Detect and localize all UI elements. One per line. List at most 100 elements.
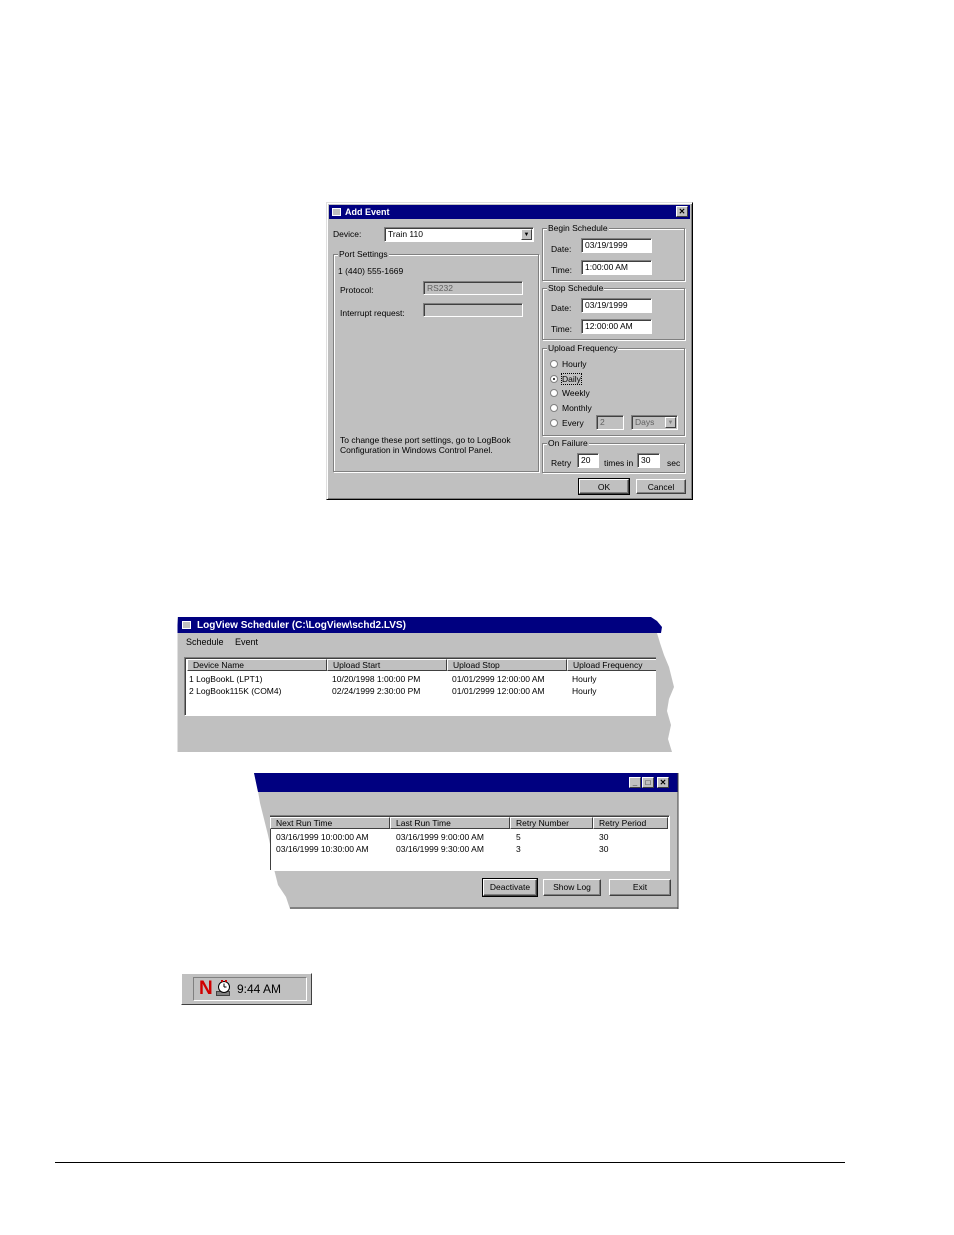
irq-field <box>423 303 523 317</box>
scheduler-clock-icon[interactable] <box>215 980 231 998</box>
stop-schedule-group: Stop Schedule Date: 03/19/1999 Time: 12:… <box>542 283 685 340</box>
add-event-titlebar: Add Event ✕ <box>329 205 690 219</box>
begin-time-label: Time: <box>551 265 572 275</box>
cell-retry-number: 5 <box>516 832 521 842</box>
on-failure-group: On Failure Retry 20 times in 30 sec <box>542 438 685 473</box>
retry-count: 20 <box>581 455 591 465</box>
radio-weekly[interactable] <box>550 389 558 397</box>
sec-label: sec <box>667 458 681 468</box>
deactivate-button[interactable]: Deactivate <box>482 878 538 897</box>
app-icon <box>332 208 341 216</box>
column-device-name[interactable]: Device Name <box>187 659 327 671</box>
ok-button[interactable]: OK <box>578 478 630 495</box>
every-unit-dropdown: Days ▼ <box>631 415 678 430</box>
cell-retry-period: 30 <box>599 844 609 854</box>
protocol-value: RS232 <box>427 283 453 293</box>
retry-label: Retry <box>551 458 572 468</box>
column-upload-start[interactable]: Upload Start <box>327 659 447 671</box>
system-tray: N 9:44 AM <box>181 973 312 1005</box>
column-next-run-time[interactable]: Next Run Time <box>270 817 390 829</box>
option-weekly-label: Weekly <box>562 388 590 398</box>
option-every-label: Every <box>562 418 584 428</box>
menu-schedule[interactable]: Schedule <box>186 637 224 647</box>
stop-date-field[interactable]: 03/19/1999 <box>581 298 652 313</box>
stop-time-label: Time: <box>551 324 572 334</box>
add-event-dialog: Add Event ✕ Device: Train 110 ▼ Port Set… <box>326 202 693 500</box>
protocol-field: RS232 <box>423 281 523 295</box>
upload-frequency-group: Upload Frequency Hourly Daily Weekly Mon… <box>542 343 685 436</box>
cell-next-run: 03/16/1999 10:30:00 AM <box>276 844 369 854</box>
every-value: 2 <box>600 417 605 427</box>
column-upload-frequency[interactable]: Upload Frequency <box>567 659 656 671</box>
exit-button[interactable]: Exit <box>609 879 671 896</box>
times-in-label: times in <box>604 458 634 468</box>
schedule-list-right[interactable]: Next Run Time Last Run Time Retry Number… <box>270 815 670 871</box>
radio-every[interactable] <box>550 419 558 427</box>
protocol-label: Protocol: <box>340 285 374 295</box>
column-upload-stop[interactable]: Upload Stop <box>447 659 567 671</box>
retry-interval: 30 <box>641 455 651 465</box>
cell-upload-stop: 01/01/2999 12:00:00 AM <box>452 674 545 684</box>
option-hourly-label: Hourly <box>562 359 587 369</box>
column-retry-period[interactable]: Retry Period <box>593 817 668 829</box>
minimize-icon[interactable]: _ <box>629 777 641 788</box>
retry-interval-field[interactable]: 30 <box>637 453 660 468</box>
begin-time-field[interactable]: 1:00:00 AM <box>581 260 652 275</box>
radio-hourly[interactable] <box>550 360 558 368</box>
begin-schedule-group: Begin Schedule Date: 03/19/1999 Time: 1:… <box>542 223 685 281</box>
logbook-n-icon[interactable]: N <box>199 979 213 999</box>
device-value: Train 110 <box>388 229 423 239</box>
every-value-field: 2 <box>596 415 624 430</box>
scheduler-app-icon <box>182 621 191 629</box>
radio-monthly[interactable] <box>550 404 558 412</box>
cell-last-run: 03/16/1999 9:00:00 AM <box>396 832 484 842</box>
maximize-icon[interactable]: □ <box>642 777 654 788</box>
port-settings-group: Port Settings 1 (440) 555-1669 Protocol:… <box>333 249 539 472</box>
chevron-down-icon[interactable]: ▼ <box>521 229 532 240</box>
schedule-list-left[interactable]: Device Name Upload Start Upload Stop Upl… <box>184 657 656 716</box>
page-footer-rule <box>55 1162 845 1163</box>
option-daily-label: Daily <box>561 373 582 385</box>
show-log-button[interactable]: Show Log <box>543 879 601 896</box>
stop-date-label: Date: <box>551 303 572 313</box>
cell-upload-stop: 01/01/2999 12:00:00 AM <box>452 686 545 696</box>
upload-frequency-title: Upload Frequency <box>547 343 619 353</box>
cell-retry-period: 30 <box>599 832 609 842</box>
cell-upload-frequency: Hourly <box>572 674 597 684</box>
cancel-button[interactable]: Cancel <box>636 479 686 494</box>
port-phone: 1 (440) 555-1669 <box>338 266 404 276</box>
on-failure-title: On Failure <box>547 438 589 448</box>
scheduler-window-right: _ □ ✕ Next Run Time Last Run Time Retry … <box>250 773 679 909</box>
device-dropdown[interactable]: Train 110 ▼ <box>384 227 534 242</box>
add-event-title: Add Event <box>345 207 390 217</box>
menu-event[interactable]: Event <box>235 637 258 647</box>
stop-date-value: 03/19/1999 <box>585 300 628 310</box>
cell-retry-number: 3 <box>516 844 521 854</box>
cell-device: 1 LogBookL (LPT1) <box>189 674 263 684</box>
cell-last-run: 03/16/1999 9:30:00 AM <box>396 844 484 854</box>
scheduler-title: LogView Scheduler (C:\LogView\schd2.LVS) <box>197 620 406 631</box>
tray-clock[interactable]: 9:44 AM <box>237 982 281 996</box>
close-icon[interactable]: ✕ <box>676 206 688 217</box>
cell-device: 2 LogBook115K (COM4) <box>189 686 282 696</box>
every-unit: Days <box>635 417 655 427</box>
stop-time-field[interactable]: 12:00:00 AM <box>581 319 652 334</box>
begin-date-label: Date: <box>551 244 572 254</box>
begin-date-value: 03/19/1999 <box>585 240 628 250</box>
begin-schedule-title: Begin Schedule <box>547 223 609 233</box>
retry-count-field[interactable]: 20 <box>577 453 599 468</box>
option-monthly-label: Monthly <box>562 403 592 413</box>
port-settings-note: To change these port settings, go to Log… <box>340 435 511 455</box>
chevron-down-icon: ▼ <box>665 417 676 428</box>
column-retry-number[interactable]: Retry Number <box>510 817 593 829</box>
scheduler-window-left: LogView Scheduler (C:\LogView\schd2.LVS)… <box>177 615 677 752</box>
stop-schedule-title: Stop Schedule <box>547 283 605 293</box>
radio-daily[interactable] <box>550 375 558 383</box>
close-icon[interactable]: ✕ <box>657 777 669 788</box>
begin-date-field[interactable]: 03/19/1999 <box>581 238 652 253</box>
irq-label: Interrupt request: <box>340 308 405 318</box>
cell-upload-frequency: Hourly <box>572 686 597 696</box>
tray-inset: N 9:44 AM <box>193 977 307 1001</box>
column-last-run-time[interactable]: Last Run Time <box>390 817 510 829</box>
cell-next-run: 03/16/1999 10:00:00 AM <box>276 832 369 842</box>
